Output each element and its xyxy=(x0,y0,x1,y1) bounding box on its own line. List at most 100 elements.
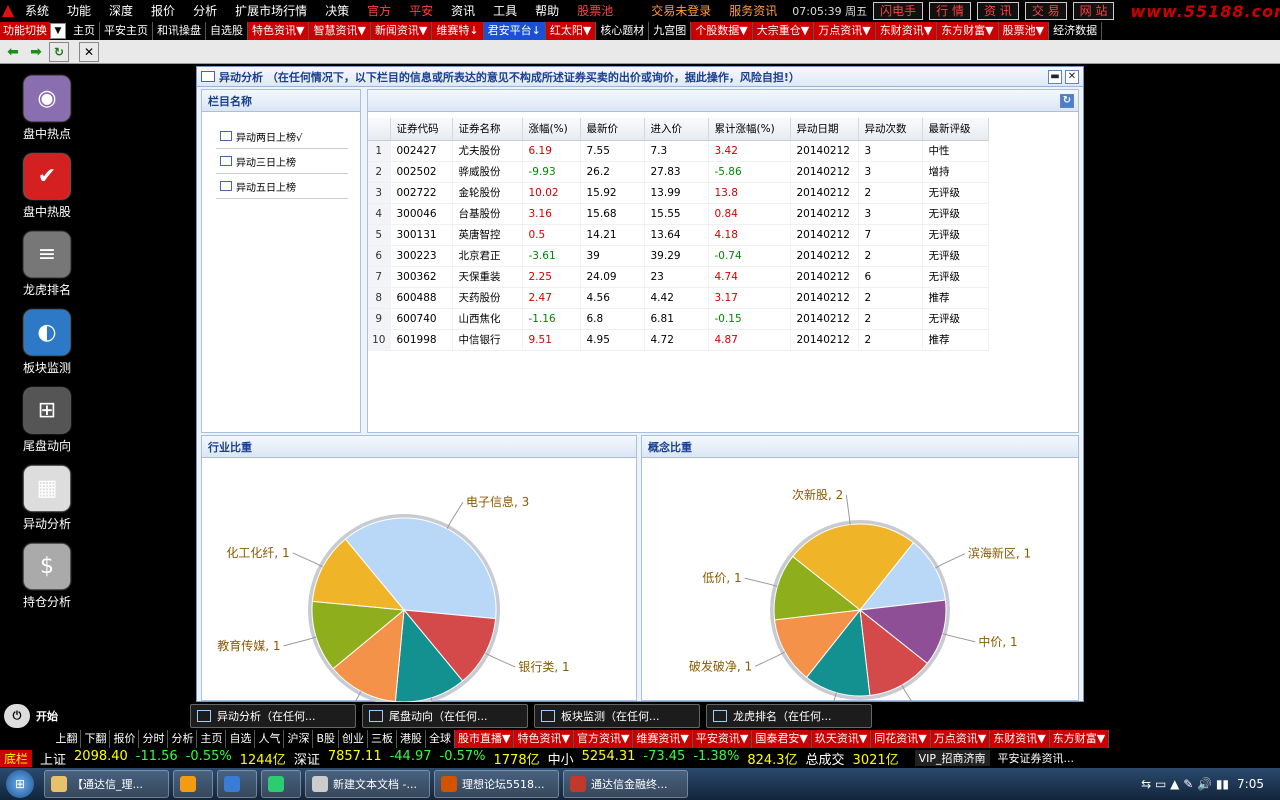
windows-task[interactable]: 理想论坛5518... xyxy=(434,770,559,798)
table-row[interactable]: 1 002427 尤夫股份 6.19 7.55 7.3 3.42 20140212 3 中性 xyxy=(368,140,989,162)
list-item[interactable]: 异动两日上榜√ xyxy=(216,124,348,149)
sidebar-item[interactable]: ◉ 盘中热点 xyxy=(0,64,94,142)
column-header[interactable]: 最新价 xyxy=(580,118,645,141)
bottom-nav-red-item[interactable]: 股市直播▼ xyxy=(455,730,515,748)
column-header[interactable]: 证券名称 xyxy=(452,118,523,141)
nav-item[interactable]: 股票池▼ xyxy=(998,22,1050,40)
menu-stock-pool[interactable]: 股票池 xyxy=(568,0,622,22)
bottom-nav-red-item[interactable]: 平安资讯▼ xyxy=(692,730,753,748)
sidebar-item[interactable]: ≡ 龙虎排名 xyxy=(0,220,94,298)
list-item[interactable]: 异动三日上榜 xyxy=(216,149,348,174)
nav-item[interactable]: 万点资讯▼ xyxy=(814,22,876,40)
sidebar-item[interactable]: $ 持仓分析 xyxy=(0,532,94,610)
windows-start-button[interactable]: ⊞ xyxy=(0,768,40,800)
bottom-nav-item[interactable]: B股 xyxy=(313,730,340,748)
bottom-nav-item[interactable]: 沪深 xyxy=(284,730,314,748)
minimize-icon[interactable]: ▬ xyxy=(1048,69,1062,84)
menu-item[interactable]: 深度 xyxy=(100,4,142,18)
table-row[interactable]: 10 601998 中信银行 9.51 4.95 4.72 4.87 20140212 2 推荐 xyxy=(368,329,989,351)
news-ticker[interactable]: 平安证券资讯... xyxy=(998,750,1075,766)
column-header[interactable]: 进入价 xyxy=(644,118,709,141)
menu-pingan[interactable]: 平安 xyxy=(400,0,442,22)
nav-item[interactable]: 主页 xyxy=(69,22,100,40)
nav-item[interactable]: 东财资讯▼ xyxy=(875,22,938,40)
bottom-nav-red-item[interactable]: 东财资讯▼ xyxy=(990,730,1050,748)
table-row[interactable]: 5 300131 英唐智控 0.5 14.21 13.64 4.18 20140212 7 无评级 xyxy=(368,224,989,246)
task-item[interactable]: 龙虎排名（在任何... xyxy=(706,704,872,728)
nav-item[interactable]: 特色资讯▼ xyxy=(248,22,310,40)
menu-item[interactable]: 功能 xyxy=(58,4,100,18)
top-button[interactable]: 网 站 xyxy=(1072,2,1115,20)
nav-item[interactable]: 九宫图 xyxy=(649,22,692,40)
top-button[interactable]: 交 易 xyxy=(1024,2,1067,20)
close-icon[interactable]: ✕ xyxy=(1065,69,1079,84)
column-header[interactable]: 涨幅(%) xyxy=(522,118,581,141)
bottom-nav-red-item[interactable]: 官方资讯▼ xyxy=(573,730,634,748)
nav-item[interactable]: 平安主页 xyxy=(100,22,153,40)
windows-task[interactable]: 新建文本文档 -... xyxy=(305,770,430,798)
nav-item[interactable]: 智慧资讯▼ xyxy=(309,22,371,40)
table-row[interactable]: 9 600740 山西焦化 -1.16 6.8 6.81 -0.15 20140212 2 无评级 xyxy=(368,308,989,330)
bottom-nav-red-item[interactable]: 东方财富▼ xyxy=(1049,730,1110,748)
bottom-nav-red-item[interactable]: 万点资讯▼ xyxy=(930,730,991,748)
chevron-down-icon[interactable]: ▼ xyxy=(50,23,66,39)
login-status[interactable]: 交易未登录 xyxy=(642,0,720,22)
nav-item[interactable]: 君安平台↓ xyxy=(483,22,546,40)
sidebar-item[interactable]: ⊞ 尾盘动向 xyxy=(0,376,94,454)
bottom-nav-red-item[interactable]: 维赛资讯▼ xyxy=(633,730,693,748)
nav-item[interactable]: 核心题材 xyxy=(596,22,650,40)
bottom-nav-item[interactable]: 港股 xyxy=(397,730,427,748)
menu-item[interactable]: 资讯 xyxy=(442,4,484,18)
nav-item[interactable]: 自选股 xyxy=(206,22,248,40)
sidebar-item[interactable]: ✔ 盘中热股 xyxy=(0,142,94,220)
top-button[interactable]: 闪电手 xyxy=(873,2,924,20)
task-item[interactable]: 异动分析（在任何... xyxy=(190,704,356,728)
bottom-nav-item[interactable]: 自选 xyxy=(226,730,256,748)
windows-task[interactable] xyxy=(173,770,213,798)
bottom-nav-red-item[interactable]: 玖天资讯▼ xyxy=(811,730,872,748)
menu-item[interactable]: 分析 xyxy=(184,4,226,18)
windows-task[interactable] xyxy=(217,770,257,798)
table-row[interactable]: 7 300362 天保重装 2.25 24.09 23 4.74 20140212 6 无评级 xyxy=(368,266,989,288)
nav-item[interactable]: 大宗重仓▼ xyxy=(752,22,815,40)
sidebar-item[interactable]: ▦ 异动分析 xyxy=(0,454,94,532)
menu-guanfang[interactable]: 官方 xyxy=(358,0,400,22)
windows-task[interactable]: 【通达信_理... xyxy=(44,770,169,798)
bottom-nav-red-item[interactable]: 特色资讯▼ xyxy=(514,730,574,748)
bottom-nav-item[interactable]: 主页 xyxy=(197,730,227,748)
bottom-nav-item[interactable]: 三板 xyxy=(368,730,398,748)
function-switch-bottom[interactable]: 功能切换 xyxy=(0,731,44,747)
service-info[interactable]: 服务资讯 xyxy=(720,0,786,22)
column-header[interactable]: 证券代码 xyxy=(390,118,453,141)
table-row[interactable]: 4 300046 台基股份 3.16 15.68 15.55 0.84 20140212 3 无评… xyxy=(368,203,989,225)
table-row[interactable]: 8 600488 天药股份 2.47 4.56 4.42 3.17 20140212 2 推荐 xyxy=(368,287,989,309)
nav-item[interactable]: 维赛特↓ xyxy=(432,22,484,40)
table-row[interactable]: 3 002722 金轮股份 10.02 15.92 13.99 13.8 20140212 2 无… xyxy=(368,182,989,204)
forward-arrow-icon[interactable]: ➡ xyxy=(26,42,46,62)
close-icon[interactable]: ✕ xyxy=(79,41,99,62)
menu-item[interactable]: 决策 xyxy=(316,4,358,18)
function-switch[interactable]: 功能切换 xyxy=(0,22,50,40)
bottom-nav-item[interactable]: 人气 xyxy=(255,730,285,748)
windows-task[interactable] xyxy=(261,770,301,798)
bottom-nav-item[interactable]: 创业 xyxy=(339,730,369,748)
column-header[interactable]: 异动次数 xyxy=(858,118,923,141)
bottom-nav-item[interactable]: 分析 xyxy=(168,730,198,748)
start-button[interactable]: ⏻ 开始 xyxy=(4,704,184,728)
vip-label[interactable]: VIP_招商济南 xyxy=(914,750,990,766)
sidebar-item[interactable]: ◐ 板块监测 xyxy=(0,298,94,376)
task-item[interactable]: 板块监测（在任何... xyxy=(534,704,700,728)
task-item[interactable]: 尾盘动向（在任何... xyxy=(362,704,528,728)
menu-item[interactable]: 系统 xyxy=(16,4,58,18)
nav-item[interactable]: 新闻资讯▼ xyxy=(370,22,433,40)
column-header[interactable]: 累计涨幅(%) xyxy=(708,118,791,141)
nav-item[interactable]: 个股数据▼ xyxy=(691,22,753,40)
menu-item[interactable]: 工具 xyxy=(484,4,526,18)
menu-item[interactable]: 帮助 xyxy=(526,4,568,18)
menu-item[interactable]: 报价 xyxy=(142,4,184,18)
bottom-nav-item[interactable]: 分时 xyxy=(139,730,169,748)
bottom-nav-red-item[interactable]: 同花资讯▼ xyxy=(871,730,931,748)
nav-item[interactable]: 东方财富▼ xyxy=(937,22,999,40)
refresh-icon[interactable]: ↻ xyxy=(1060,93,1074,108)
quote-bar-label[interactable]: 底栏 xyxy=(0,749,33,767)
